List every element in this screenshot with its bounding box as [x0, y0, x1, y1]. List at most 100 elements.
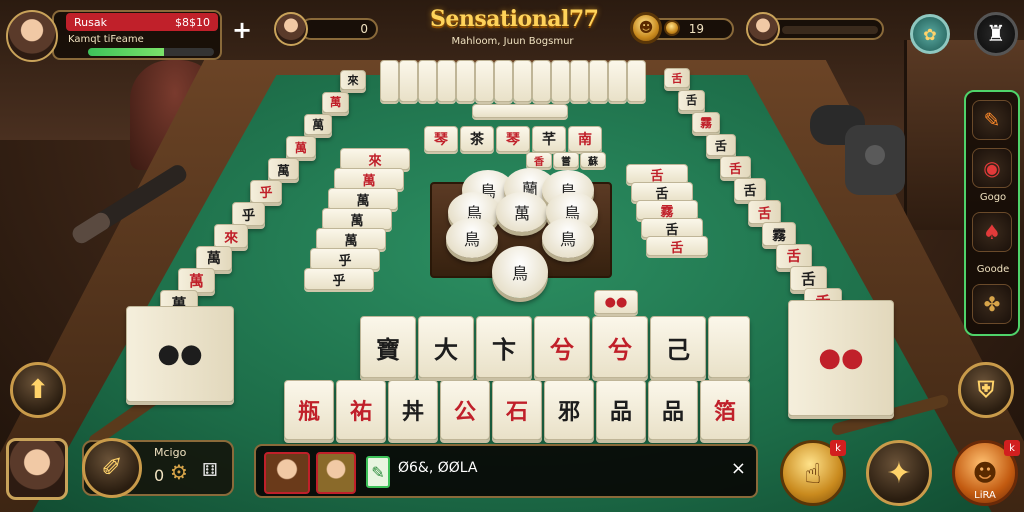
discard-tile[interactable]: 蘇: [580, 152, 606, 168]
tile-glyph: [609, 61, 626, 101]
avatar-bottom-left[interactable]: [6, 438, 68, 500]
add-player-icon[interactable]: +: [232, 16, 252, 44]
wall-tile[interactable]: [399, 60, 418, 102]
hand-tile[interactable]: 石: [492, 380, 542, 440]
wall-tile[interactable]: ●●: [126, 306, 234, 402]
front-tile[interactable]: 寶: [360, 316, 416, 378]
front-tile[interactable]: 兮: [534, 316, 590, 378]
avatar-top-right[interactable]: [746, 12, 780, 46]
hand-tile[interactable]: 品: [596, 380, 646, 440]
wall-tile[interactable]: [456, 60, 475, 102]
flag-icon[interactable]: ♜: [974, 12, 1018, 56]
side-label-2: Goode: [976, 264, 1010, 275]
wall-tile[interactable]: ●●: [788, 300, 894, 416]
hand-tile[interactable]: 丼: [388, 380, 438, 440]
tortoise-icon[interactable]: ✿: [910, 14, 950, 54]
stack-tile[interactable]: 舌: [641, 218, 703, 238]
front-tile[interactable]: 大: [418, 316, 474, 378]
wall-tile[interactable]: [627, 60, 646, 102]
wall-tile[interactable]: [380, 60, 399, 102]
stack-tile[interactable]: 乎: [310, 248, 380, 270]
brush-icon[interactable]: ✐: [82, 438, 142, 498]
stack-tile[interactable]: 萬: [334, 168, 404, 190]
stack-tile[interactable]: 霧: [636, 200, 698, 220]
wall-tile[interactable]: 舌: [734, 178, 766, 201]
stack-tile[interactable]: 來: [340, 148, 410, 170]
hand-tile[interactable]: 瓶: [284, 380, 334, 440]
dice-disc[interactable]: 鳥: [542, 218, 594, 258]
clock-icon[interactable]: ◉: [972, 148, 1012, 188]
wall-tile[interactable]: [494, 60, 513, 102]
discard-tile[interactable]: 琴: [496, 126, 530, 152]
wall-tile[interactable]: 來: [214, 224, 249, 249]
front-tile[interactable]: [708, 316, 750, 378]
hand-tile[interactable]: 箔: [700, 380, 750, 440]
wall-tile[interactable]: [532, 60, 551, 102]
wall-tile[interactable]: 舌: [664, 68, 690, 88]
wall-tile[interactable]: [570, 60, 589, 102]
gear-icon[interactable]: ⚙: [170, 460, 188, 484]
coin-icon[interactable]: ☻: [630, 12, 662, 44]
crab-icon[interactable]: ♠: [972, 212, 1012, 252]
dice-disc[interactable]: 鳥: [446, 218, 498, 258]
wall-tile[interactable]: 霧: [762, 222, 797, 247]
discard-tile[interactable]: 茶: [460, 126, 494, 152]
stack-tile[interactable]: 舌: [631, 182, 693, 202]
wall-tile[interactable]: 舌: [720, 156, 751, 179]
stack-tile[interactable]: 萬: [316, 228, 386, 250]
wall-tile[interactable]: 萬: [268, 158, 299, 181]
wall-tile[interactable]: [475, 60, 494, 102]
shield-icon[interactable]: ⛨: [958, 362, 1014, 418]
star-icon[interactable]: ✦: [866, 440, 932, 506]
wall-tile[interactable]: 霧: [692, 112, 721, 134]
front-tile[interactable]: 己: [650, 316, 706, 378]
stack-tile[interactable]: 萬: [328, 188, 398, 210]
wall-tile[interactable]: [418, 60, 437, 102]
stack-tile[interactable]: 舌: [626, 164, 688, 184]
wall-tile[interactable]: 乎: [232, 202, 266, 226]
chat-bar: ✎ Ø6&, ØØLA ×: [254, 444, 758, 498]
wall-tile[interactable]: 萬: [286, 136, 316, 158]
wall-tile[interactable]: 舌: [748, 200, 782, 224]
dice-disc[interactable]: 萬: [496, 192, 548, 232]
stack-tile[interactable]: 乎: [304, 268, 374, 290]
lone-tile[interactable]: ●●: [594, 290, 638, 314]
paw-icon[interactable]: ✤: [972, 284, 1012, 324]
discard-tile[interactable]: 南: [568, 126, 602, 152]
wall-tile[interactable]: 乎: [250, 180, 282, 203]
hand-tile[interactable]: 邪: [544, 380, 594, 440]
hand-tile[interactable]: 品: [648, 380, 698, 440]
carrot-icon[interactable]: ✎: [972, 100, 1012, 140]
wall-tile[interactable]: 舌: [706, 134, 736, 156]
avatar-top-left[interactable]: [6, 10, 58, 62]
stack-tile[interactable]: 舌: [646, 236, 708, 256]
stack-tile[interactable]: 萬: [322, 208, 392, 230]
discard-tile[interactable]: [472, 104, 568, 118]
dice-disc-front[interactable]: 鳥: [492, 246, 548, 298]
wall-tile[interactable]: [608, 60, 627, 102]
wall-tile[interactable]: 舌: [678, 90, 706, 111]
front-tile[interactable]: 卞: [476, 316, 532, 378]
wall-tile[interactable]: [551, 60, 570, 102]
dice-icon[interactable]: ⚅: [202, 460, 218, 481]
tile-glyph: 來: [368, 153, 382, 169]
hand-tile[interactable]: 公: [440, 380, 490, 440]
chat-close-icon[interactable]: ×: [731, 458, 746, 479]
wall-tile[interactable]: [513, 60, 532, 102]
chat-tile-icon[interactable]: ✎: [366, 456, 390, 488]
discard-tile[interactable]: 嘗: [553, 152, 579, 168]
wall-tile[interactable]: [437, 60, 456, 102]
discard-tile[interactable]: 琴: [424, 126, 458, 152]
chat-avatar-2[interactable]: [316, 452, 356, 494]
hand-tile[interactable]: 祐: [336, 380, 386, 440]
avatar-top-center[interactable]: [274, 12, 308, 46]
wall-tile[interactable]: 萬: [304, 114, 333, 136]
wall-tile[interactable]: [589, 60, 608, 102]
discard-tile[interactable]: 香: [526, 152, 552, 168]
wall-tile[interactable]: 來: [340, 70, 366, 90]
wall-tile[interactable]: 萬: [322, 92, 350, 113]
arrow-up-icon[interactable]: ⬆: [10, 362, 66, 418]
front-tile[interactable]: 兮: [592, 316, 648, 378]
chat-avatar-1[interactable]: [264, 452, 310, 494]
discard-tile[interactable]: 芊: [532, 126, 566, 152]
